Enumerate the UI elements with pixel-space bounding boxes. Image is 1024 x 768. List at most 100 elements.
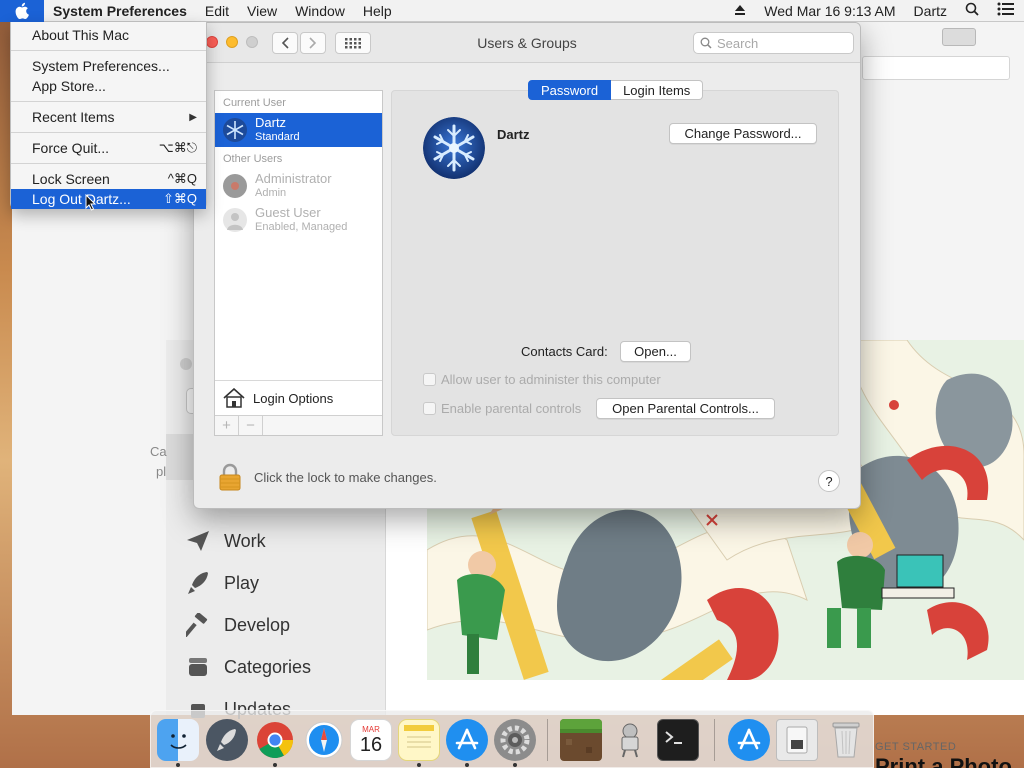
user-role: Standard — [255, 131, 300, 143]
menu-help[interactable]: Help — [354, 3, 401, 19]
menu-item-app-store[interactable]: App Store... — [11, 76, 206, 96]
help-button[interactable]: ? — [818, 470, 840, 492]
nav-item-develop[interactable]: Develop — [184, 604, 311, 646]
calendar-month: MAR — [362, 724, 380, 734]
nav-item-categories[interactable]: Categories — [184, 646, 311, 688]
notification-center-icon[interactable] — [988, 2, 1024, 19]
rocket-icon — [184, 570, 212, 596]
dock-separator — [547, 719, 548, 761]
paper-plane-icon — [184, 528, 212, 554]
background-text-field — [862, 56, 1010, 80]
spotlight-search-icon[interactable] — [956, 2, 988, 19]
nav-item-work[interactable]: Work — [184, 520, 311, 562]
snowflake-avatar-icon — [223, 118, 247, 142]
notes-icon[interactable] — [398, 719, 440, 761]
applications-folder-icon[interactable] — [728, 719, 770, 761]
print-photo-title[interactable]: Print a Photo — [875, 754, 1012, 768]
menu-item-about-this-mac[interactable]: About This Mac — [11, 25, 206, 45]
menu-item-shortcut: ⌥⌘⎋ — [158, 140, 197, 155]
parental-controls-checkbox[interactable] — [423, 402, 436, 415]
menu-item-system-preferences[interactable]: System Preferences... — [11, 56, 206, 76]
guest-avatar-icon — [223, 208, 247, 232]
menu-item-force-quit[interactable]: Force Quit... ⌥⌘⎋ — [11, 138, 206, 158]
open-contacts-card-button[interactable]: Open... — [620, 341, 691, 362]
running-indicator — [513, 763, 517, 767]
menu-user-name[interactable]: Dartz — [905, 3, 956, 19]
apple-logo-icon — [15, 2, 29, 19]
menu-edit[interactable]: Edit — [196, 3, 238, 19]
app-store-icon[interactable] — [446, 719, 488, 761]
menu-bar-extras: Wed Mar 16 9:13 AM Dartz — [725, 2, 1024, 19]
user-item-guest[interactable]: Guest User Enabled, Managed — [215, 203, 382, 237]
add-user-button[interactable]: + — [215, 416, 239, 435]
tab-control: Password Login Items — [528, 80, 704, 100]
system-preferences-icon[interactable] — [494, 719, 536, 761]
open-parental-controls-button[interactable]: Open Parental Controls... — [596, 398, 775, 419]
app-store-traffic-light — [180, 358, 192, 370]
tab-login-items[interactable]: Login Items — [611, 80, 704, 100]
finder-icon[interactable] — [157, 719, 199, 761]
menu-separator — [11, 163, 206, 164]
menu-item-recent-items[interactable]: Recent Items ▶ — [11, 107, 206, 127]
user-role: Admin — [255, 187, 287, 199]
running-indicator — [417, 763, 421, 767]
nav-item-play[interactable]: Play — [184, 562, 311, 604]
minecraft-icon[interactable] — [560, 719, 602, 761]
other-users-heading: Other Users — [223, 153, 283, 165]
get-started-label: GET STARTED — [875, 741, 957, 753]
login-options-label: Login Options — [253, 390, 334, 406]
menu-item-label: System Preferences... — [32, 58, 170, 74]
launchpad-icon[interactable] — [206, 719, 248, 761]
search-icon — [700, 37, 712, 49]
dock: MAR 16 — [150, 710, 874, 768]
lock-icon[interactable] — [218, 463, 242, 491]
hidden-label-fragment: Ca — [150, 444, 167, 459]
menu-item-shortcut: ^⌘Q — [167, 171, 197, 186]
menu-separator — [11, 132, 206, 133]
menu-clock[interactable]: Wed Mar 16 9:13 AM — [755, 3, 904, 19]
change-password-button[interactable]: Change Password... — [669, 123, 817, 144]
terminal-icon[interactable] — [657, 719, 699, 761]
trash-icon[interactable] — [825, 719, 867, 761]
users-and-groups-window: Users & Groups Current User Dartz Standa… — [193, 22, 861, 509]
downloads-stack-icon[interactable] — [776, 719, 818, 761]
selected-user-name: Dartz — [497, 127, 530, 142]
user-list-footer: + − — [215, 415, 382, 435]
menu-view[interactable]: View — [238, 3, 286, 19]
login-options-item[interactable]: Login Options — [215, 380, 382, 415]
search-field[interactable] — [693, 32, 854, 54]
dock-separator — [714, 719, 715, 761]
background-window-right — [855, 22, 1024, 342]
house-icon — [223, 388, 245, 408]
eject-icon[interactable] — [725, 3, 755, 19]
menu-item-log-out[interactable]: Log Out Dartz... ⇧⌘Q — [11, 189, 206, 209]
menu-window[interactable]: Window — [286, 3, 354, 19]
user-item-administrator[interactable]: Administrator Admin — [215, 169, 382, 203]
contacts-card-label: Contacts Card: — [521, 344, 608, 359]
menu-item-label: App Store... — [32, 78, 106, 94]
hammer-icon — [184, 612, 212, 638]
allow-admin-checkbox[interactable] — [423, 373, 436, 386]
menu-item-label: Recent Items — [32, 109, 115, 125]
user-name: Administrator — [255, 171, 332, 186]
safari-icon[interactable] — [303, 719, 345, 761]
chrome-icon[interactable] — [254, 719, 296, 761]
menu-separator — [11, 101, 206, 102]
menu-item-label: Log Out Dartz... — [32, 191, 131, 207]
menu-bar: System Preferences Edit View Window Help… — [0, 0, 1024, 22]
menu-item-lock-screen[interactable]: Lock Screen ^⌘Q — [11, 169, 206, 189]
automator-icon[interactable] — [609, 719, 651, 761]
running-indicator — [465, 763, 469, 767]
remove-user-button[interactable]: − — [239, 416, 263, 435]
menu-item-label: Force Quit... — [32, 140, 110, 156]
menu-app-name[interactable]: System Preferences — [44, 3, 196, 19]
current-user-heading: Current User — [223, 97, 286, 109]
user-item-dartz[interactable]: Dartz Standard — [215, 113, 382, 147]
user-name: Guest User — [255, 205, 321, 220]
menu-item-label: Lock Screen — [32, 171, 110, 187]
calendar-icon[interactable]: MAR 16 — [350, 719, 392, 761]
user-picture[interactable] — [423, 117, 485, 179]
tab-password[interactable]: Password — [528, 80, 612, 100]
search-input[interactable] — [717, 35, 837, 51]
apple-menu-button[interactable] — [0, 0, 44, 22]
